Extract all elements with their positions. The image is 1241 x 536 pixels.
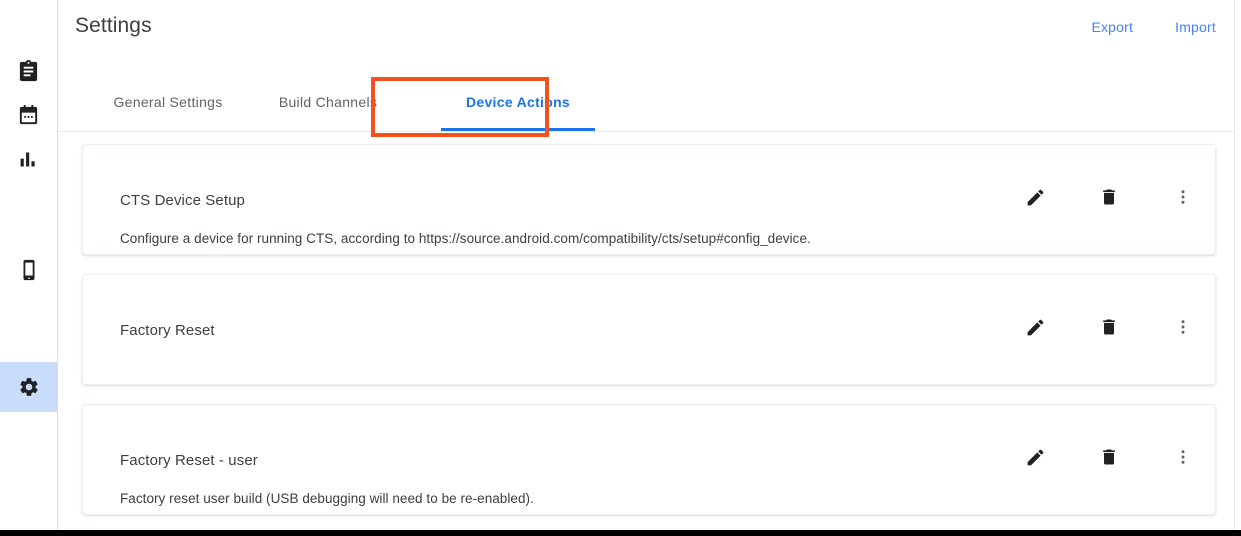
bar-chart-icon	[18, 149, 39, 170]
sidebar-item-results[interactable]	[0, 134, 57, 184]
delete-button[interactable]	[1097, 315, 1121, 339]
delete-icon	[1099, 317, 1119, 337]
gear-icon	[18, 376, 40, 398]
page-header: Settings Export Import	[58, 0, 1234, 73]
device-actions-list: CTS Device Setup Configure a device for …	[58, 132, 1234, 530]
sidebar-item-tests[interactable]	[0, 46, 57, 96]
sidebar-item-devices[interactable]	[0, 245, 57, 295]
device-action-name: Factory Reset - user	[120, 452, 258, 469]
tab-build-channels[interactable]: Build Channels	[248, 73, 408, 131]
tab-bar: General Settings Build Channels Device A…	[58, 73, 1234, 137]
tab-device-actions[interactable]: Device Actions	[433, 73, 603, 131]
settings-page: Settings Export Import General Settings …	[0, 0, 1241, 536]
import-link[interactable]: Import	[1175, 19, 1216, 35]
edit-button[interactable]	[1023, 185, 1047, 209]
delete-button[interactable]	[1097, 185, 1121, 209]
device-action-description: Factory reset user build (USB debugging …	[120, 491, 534, 506]
sidebar-item-settings[interactable]	[0, 362, 57, 412]
more-vert-icon	[1174, 448, 1192, 466]
sidebar-nav	[0, 0, 58, 530]
edit-icon	[1025, 187, 1046, 208]
header-actions: Export Import	[1091, 19, 1216, 35]
tab-underline	[441, 128, 595, 131]
page-title: Settings	[75, 14, 152, 37]
more-vert-icon	[1174, 318, 1192, 336]
sidebar-item-schedules[interactable]	[0, 90, 57, 140]
more-options-button[interactable]	[1171, 315, 1195, 339]
main-content: Settings Export Import General Settings …	[58, 0, 1235, 530]
tab-general-settings[interactable]: General Settings	[88, 73, 248, 131]
edit-icon	[1025, 317, 1046, 338]
more-options-button[interactable]	[1171, 185, 1195, 209]
device-action-buttons	[1023, 185, 1195, 209]
export-link[interactable]: Export	[1091, 19, 1133, 35]
device-action-name: CTS Device Setup	[120, 192, 245, 209]
edit-icon	[1025, 447, 1046, 468]
device-action-card[interactable]: Factory Reset - user Factory reset user …	[82, 404, 1216, 515]
clipboard-icon	[17, 59, 40, 83]
bottom-strip	[0, 530, 1241, 536]
more-vert-icon	[1174, 188, 1192, 206]
device-action-name: Factory Reset	[120, 322, 215, 339]
edit-button[interactable]	[1023, 445, 1047, 469]
device-action-description: Configure a device for running CTS, acco…	[120, 231, 811, 246]
device-action-buttons	[1023, 445, 1195, 469]
device-action-card[interactable]: CTS Device Setup Configure a device for …	[82, 144, 1216, 255]
tab-label: General Settings	[113, 94, 223, 110]
smartphone-icon	[18, 259, 40, 281]
device-action-card[interactable]: Factory Reset	[82, 274, 1216, 385]
calendar-icon	[17, 104, 40, 127]
edit-button[interactable]	[1023, 315, 1047, 339]
delete-icon	[1099, 187, 1119, 207]
tab-label: Device Actions	[465, 94, 571, 110]
more-options-button[interactable]	[1171, 445, 1195, 469]
delete-button[interactable]	[1097, 445, 1121, 469]
tab-label: Build Channels	[278, 94, 378, 110]
device-action-buttons	[1023, 315, 1195, 339]
delete-icon	[1099, 447, 1119, 467]
